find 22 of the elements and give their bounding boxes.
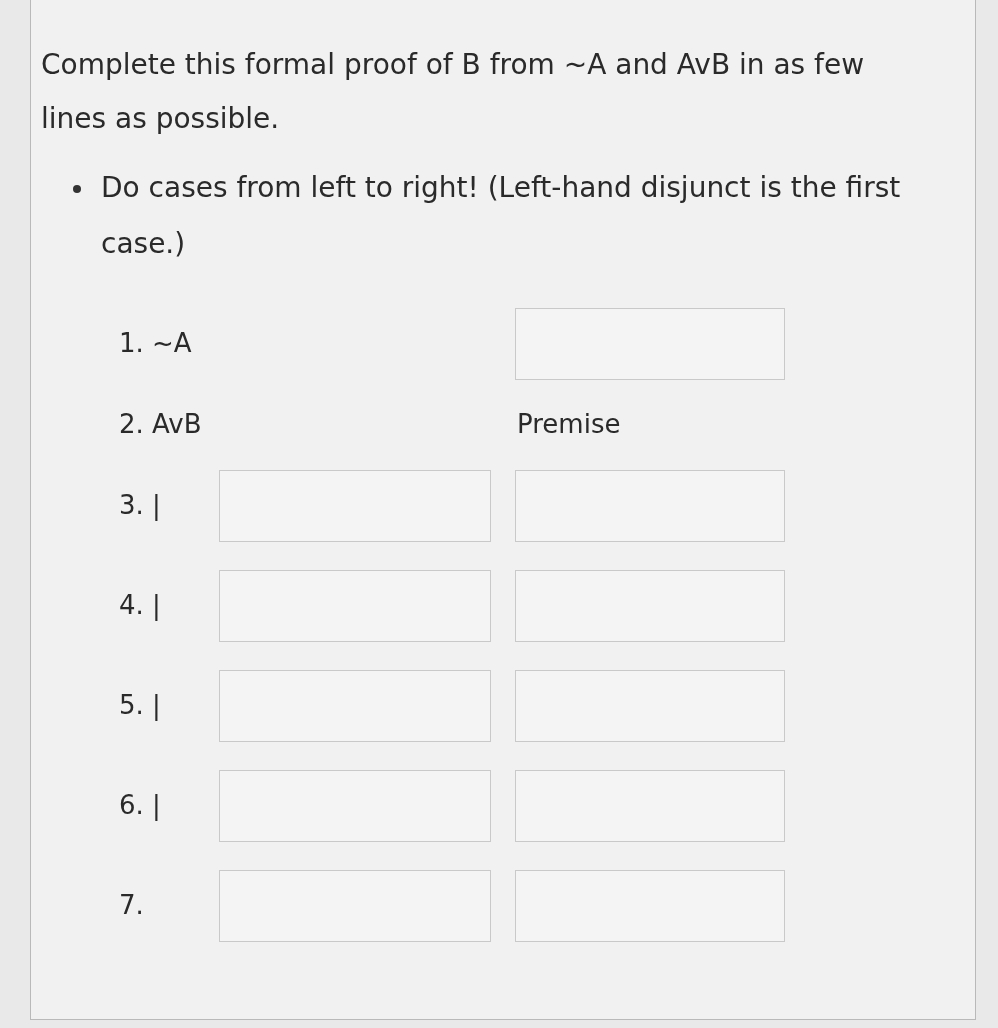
justification-field[interactable] — [515, 569, 785, 642]
justification-field[interactable] — [515, 469, 785, 542]
formula-field[interactable] — [219, 869, 491, 942]
justification-field[interactable] — [515, 769, 785, 842]
bullet-icon — [73, 185, 81, 193]
formula-field[interactable] — [219, 769, 491, 842]
justification-field[interactable] — [515, 308, 785, 380]
formula-field[interactable] — [219, 569, 491, 642]
line-label: 5. | — [119, 688, 162, 723]
instruction-text: Do cases from left to right! (Left-hand disjunct is the first case.) — [101, 170, 902, 262]
line-label: 7. — [119, 888, 145, 922]
line-label: 6. | — [119, 788, 162, 823]
formula-field[interactable] — [219, 669, 491, 742]
line-label: 4. | — [119, 588, 162, 623]
justification-field[interactable] — [515, 669, 785, 742]
formula-field[interactable] — [219, 469, 491, 542]
line-label: 2. AvB — [119, 408, 203, 441]
justification-text: Premise — [516, 408, 621, 441]
line-label: 3. | — [119, 488, 162, 523]
question-text: Complete this formal proof of B from ~A and AvB in as few lines as possible. — [41, 47, 866, 137]
line-label: 1. ~A — [119, 327, 193, 361]
justification-field[interactable] — [515, 869, 785, 942]
